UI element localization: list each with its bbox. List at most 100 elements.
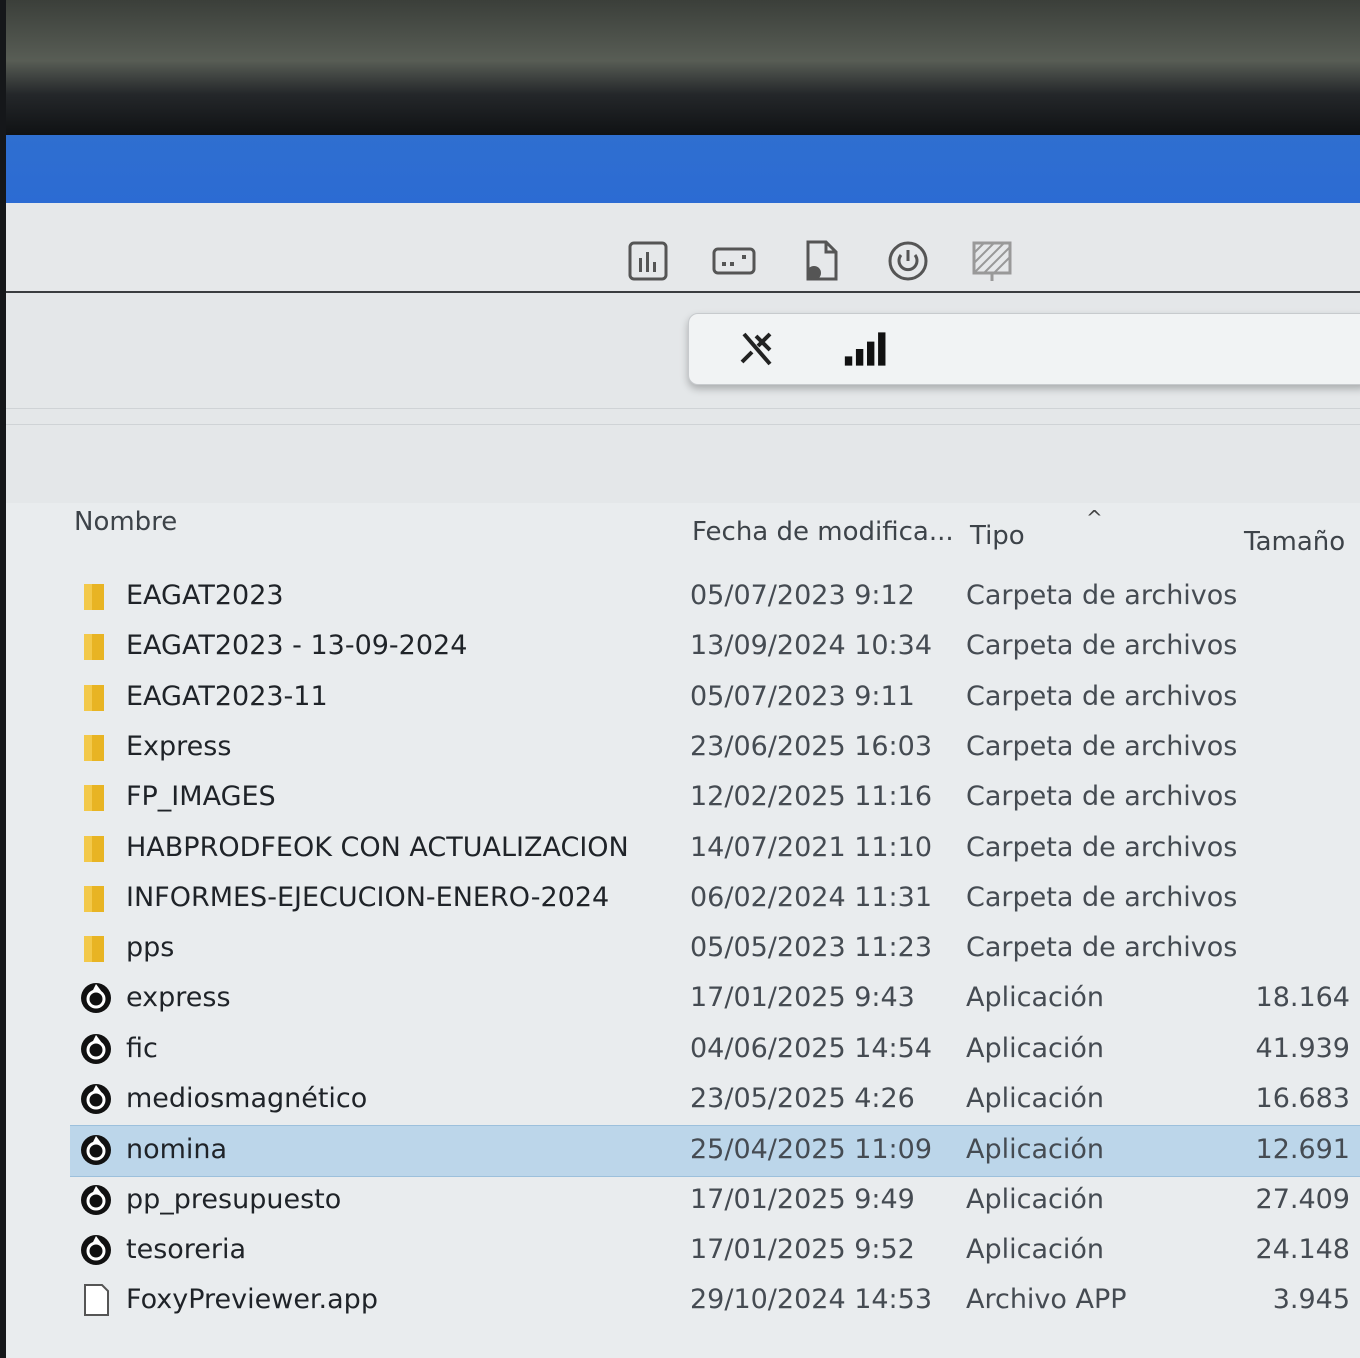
file-size: 3.945 <box>1272 1284 1350 1316</box>
window-titlebar[interactable] <box>6 135 1360 203</box>
toolbar <box>6 203 1360 293</box>
file-row[interactable]: EAGAT2023 - 13-09-2024 13/09/2024 10:34 Ca… <box>70 622 1360 672</box>
file-date: 12/02/2025 11:16 <box>690 781 933 813</box>
file-name: fic <box>126 1032 158 1064</box>
folder-icon <box>78 628 114 664</box>
file-date: 17/01/2025 9:52 <box>690 1233 915 1265</box>
folder-icon <box>78 779 114 815</box>
file-date: 14/07/2021 11:10 <box>690 831 933 863</box>
file-date: 05/07/2023 9:12 <box>690 580 915 611</box>
power-icon <box>888 241 928 281</box>
file-type: Aplicación <box>966 1233 1104 1265</box>
file-date: 06/02/2024 11:31 <box>690 881 933 913</box>
file-name: HABPRODFEOK CON ACTUALIZACION <box>126 831 629 863</box>
monitor-bezel <box>0 0 1360 135</box>
unpin-icon <box>740 332 772 366</box>
app-icon <box>78 1182 114 1218</box>
bar-chart-button[interactable] <box>626 239 670 283</box>
file-size: 16.683 <box>1255 1083 1350 1114</box>
file-row[interactable]: INFORMES-EJECUCION-ENERO-2024 06/02/2024 … <box>70 874 1360 924</box>
unpin-button[interactable] <box>733 326 781 372</box>
file-type: Carpeta de archivos <box>966 580 1238 611</box>
file-row[interactable]: HABPRODFEOK CON ACTUALIZACION 14/07/2021 … <box>70 824 1360 874</box>
signal-bars-icon <box>844 332 886 366</box>
folder-icon <box>78 679 114 715</box>
app-icon <box>78 1031 114 1067</box>
file-icon <box>78 1282 114 1318</box>
file-type: Carpeta de archivos <box>966 932 1238 964</box>
file-date: 05/07/2023 9:11 <box>690 680 915 712</box>
file-type: Aplicación <box>966 1183 1104 1215</box>
file-name: EAGAT2023-11 <box>126 680 328 712</box>
toolbar-popup <box>688 313 1360 385</box>
file-row[interactable]: mediosmagnético 23/05/2025 4:26 Aplicación… <box>70 1075 1360 1125</box>
power-button[interactable] <box>886 239 930 283</box>
file-date: 17/01/2025 9:43 <box>690 982 915 1014</box>
file-row[interactable]: FoxyPreviewer.app 29/10/2024 14:53 Archivo… <box>70 1276 1360 1326</box>
file-row[interactable]: nomina 25/04/2025 11:09 Aplicación 12.691 <box>70 1125 1360 1178</box>
file-row[interactable]: Express 23/06/2025 16:03 Carpeta de archiv… <box>70 723 1360 773</box>
file-date: 17/01/2025 9:49 <box>690 1183 915 1215</box>
app-icon <box>78 1081 114 1117</box>
folder-icon <box>78 930 114 966</box>
file-name: nomina <box>126 1134 228 1166</box>
keyboard-button[interactable] <box>712 239 756 283</box>
file-date: 04/06/2025 14:54 <box>690 1032 933 1064</box>
file-name: pp_presupuesto <box>126 1183 342 1215</box>
file-name: express <box>126 982 231 1014</box>
file-row[interactable]: EAGAT2023-11 05/07/2023 9:11 Carpeta de ar… <box>70 673 1360 723</box>
folder-icon <box>78 830 114 866</box>
file-button[interactable] <box>798 239 842 283</box>
file-row[interactable]: EAGAT2023 05/07/2023 9:12 Carpeta de archi… <box>70 572 1360 622</box>
file-type: Carpeta de archivos <box>966 680 1238 712</box>
file-row[interactable]: pp_presupuesto 17/01/2025 9:49 Aplicación 2… <box>70 1176 1360 1226</box>
file-type: Carpeta de archivos <box>966 781 1238 813</box>
folder-icon <box>78 578 114 614</box>
file-icon <box>806 240 838 281</box>
file-name: FP_IMAGES <box>126 781 276 813</box>
file-date: 25/04/2025 11:09 <box>690 1134 933 1166</box>
file-size: 24.148 <box>1255 1233 1350 1265</box>
file-date: 05/05/2023 11:23 <box>690 932 933 964</box>
file-date: 23/06/2025 16:03 <box>690 730 933 762</box>
app-icon <box>78 1232 114 1268</box>
file-type: Archivo APP <box>966 1284 1127 1316</box>
column-header: Nombre Fecha de modifica... Tipo Tamaño <box>6 503 1360 563</box>
app-icon <box>78 1132 114 1168</box>
divider <box>6 408 1360 409</box>
bar-chart-icon <box>628 241 668 281</box>
file-size: 41.939 <box>1255 1032 1350 1064</box>
file-row[interactable]: tesoreria 17/01/2025 9:52 Aplicación 24.148 <box>70 1226 1360 1276</box>
file-row[interactable]: fic 04/06/2025 14:54 Aplicación 41.939 <box>70 1025 1360 1075</box>
file-type: Carpeta de archivos <box>966 630 1238 662</box>
file-row[interactable]: FP_IMAGES 12/02/2025 11:16 Carpeta de arch… <box>70 773 1360 823</box>
file-type: Carpeta de archivos <box>966 881 1238 913</box>
file-date: 13/09/2024 10:34 <box>690 630 933 662</box>
file-name: FoxyPreviewer.app <box>126 1284 378 1316</box>
file-row[interactable]: express 17/01/2025 9:43 Aplicación 18.164 <box>70 974 1360 1024</box>
file-date: 29/10/2024 14:53 <box>690 1284 933 1316</box>
sort-caret-icon: ^ <box>1086 506 1103 530</box>
file-type: Aplicación <box>966 1032 1104 1064</box>
signal-button[interactable] <box>843 326 891 372</box>
folder-icon <box>78 729 114 765</box>
file-type: Aplicación <box>966 982 1104 1014</box>
file-name: EAGAT2023 <box>126 580 284 611</box>
column-size-header[interactable]: Tamaño <box>1244 527 1345 557</box>
file-type: Aplicación <box>966 1134 1104 1166</box>
column-type-header[interactable]: Tipo <box>970 521 1025 551</box>
file-name: INFORMES-EJECUCION-ENERO-2024 <box>126 881 610 913</box>
keyboard-icon <box>712 247 756 275</box>
file-name: mediosmagnético <box>126 1083 368 1114</box>
file-name: pps <box>126 932 175 964</box>
file-name: Express <box>126 730 232 762</box>
file-row[interactable]: pps 05/05/2023 11:23 Carpeta de archivos <box>70 924 1360 974</box>
column-name-header[interactable]: Nombre <box>74 507 177 537</box>
grid-icon <box>972 241 1012 281</box>
file-type: Carpeta de archivos <box>966 831 1238 863</box>
grid-button[interactable] <box>970 239 1014 283</box>
file-name: tesoreria <box>126 1233 247 1265</box>
app-icon <box>78 980 114 1016</box>
column-date-header[interactable]: Fecha de modifica... <box>692 517 954 547</box>
file-type: Aplicación <box>966 1083 1104 1114</box>
